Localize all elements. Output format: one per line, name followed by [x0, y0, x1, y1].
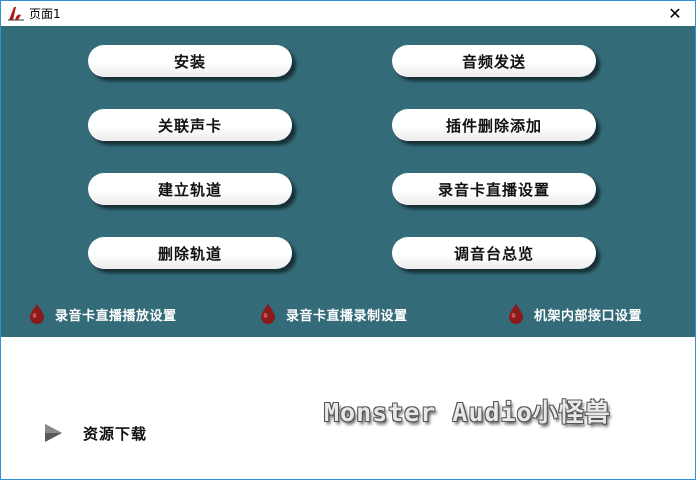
close-button[interactable]: ✕	[655, 1, 695, 26]
recording-card-live-settings-button[interactable]: 录音卡直播设置	[392, 173, 596, 205]
resource-download-link[interactable]: 资源下载	[41, 421, 147, 445]
record-settings-label: 录音卡直播录制设置	[286, 308, 408, 324]
record-settings-link[interactable]: 录音卡直播录制设置	[259, 303, 408, 325]
delete-track-button[interactable]: 删除轨道	[88, 237, 292, 269]
close-icon: ✕	[668, 4, 682, 23]
title-bar: 页面1 ✕	[1, 1, 695, 26]
main-panel: 安装 音频发送 关联声卡 插件删除添加 建立轨道 录音卡直播设置 删除轨道 调音…	[1, 26, 695, 337]
drop-icon	[509, 304, 523, 324]
playback-settings-label: 录音卡直播播放设置	[55, 308, 177, 324]
mixer-overview-button[interactable]: 调音台总览	[392, 237, 596, 269]
app-logo-icon	[8, 7, 24, 21]
drop-icon	[261, 304, 275, 324]
audio-send-button[interactable]: 音频发送	[392, 45, 596, 77]
playback-settings-link[interactable]: 录音卡直播播放设置	[28, 303, 177, 325]
rack-port-settings-label: 机架内部接口设置	[534, 308, 643, 324]
link-soundcard-button[interactable]: 关联声卡	[88, 109, 292, 141]
rack-port-settings-link[interactable]: 机架内部接口设置	[507, 303, 642, 325]
install-button[interactable]: 安装	[88, 45, 292, 77]
play-arrow-icon	[45, 424, 62, 442]
create-track-button[interactable]: 建立轨道	[88, 173, 292, 205]
window-title: 页面1	[29, 7, 61, 21]
plugin-remove-add-button[interactable]: 插件删除添加	[392, 109, 596, 141]
footer-area: 资源下载 Monster Audio小怪兽	[1, 337, 695, 479]
resource-download-label: 资源下载	[83, 424, 148, 443]
brand-logo-text: Monster Audio小怪兽	[324, 398, 611, 427]
app-window: 页面1 ✕ 安装 音频发送 关联声卡 插件删除添加 建立轨道 录音卡直播设置 删…	[0, 0, 696, 480]
drop-icon	[30, 304, 44, 324]
